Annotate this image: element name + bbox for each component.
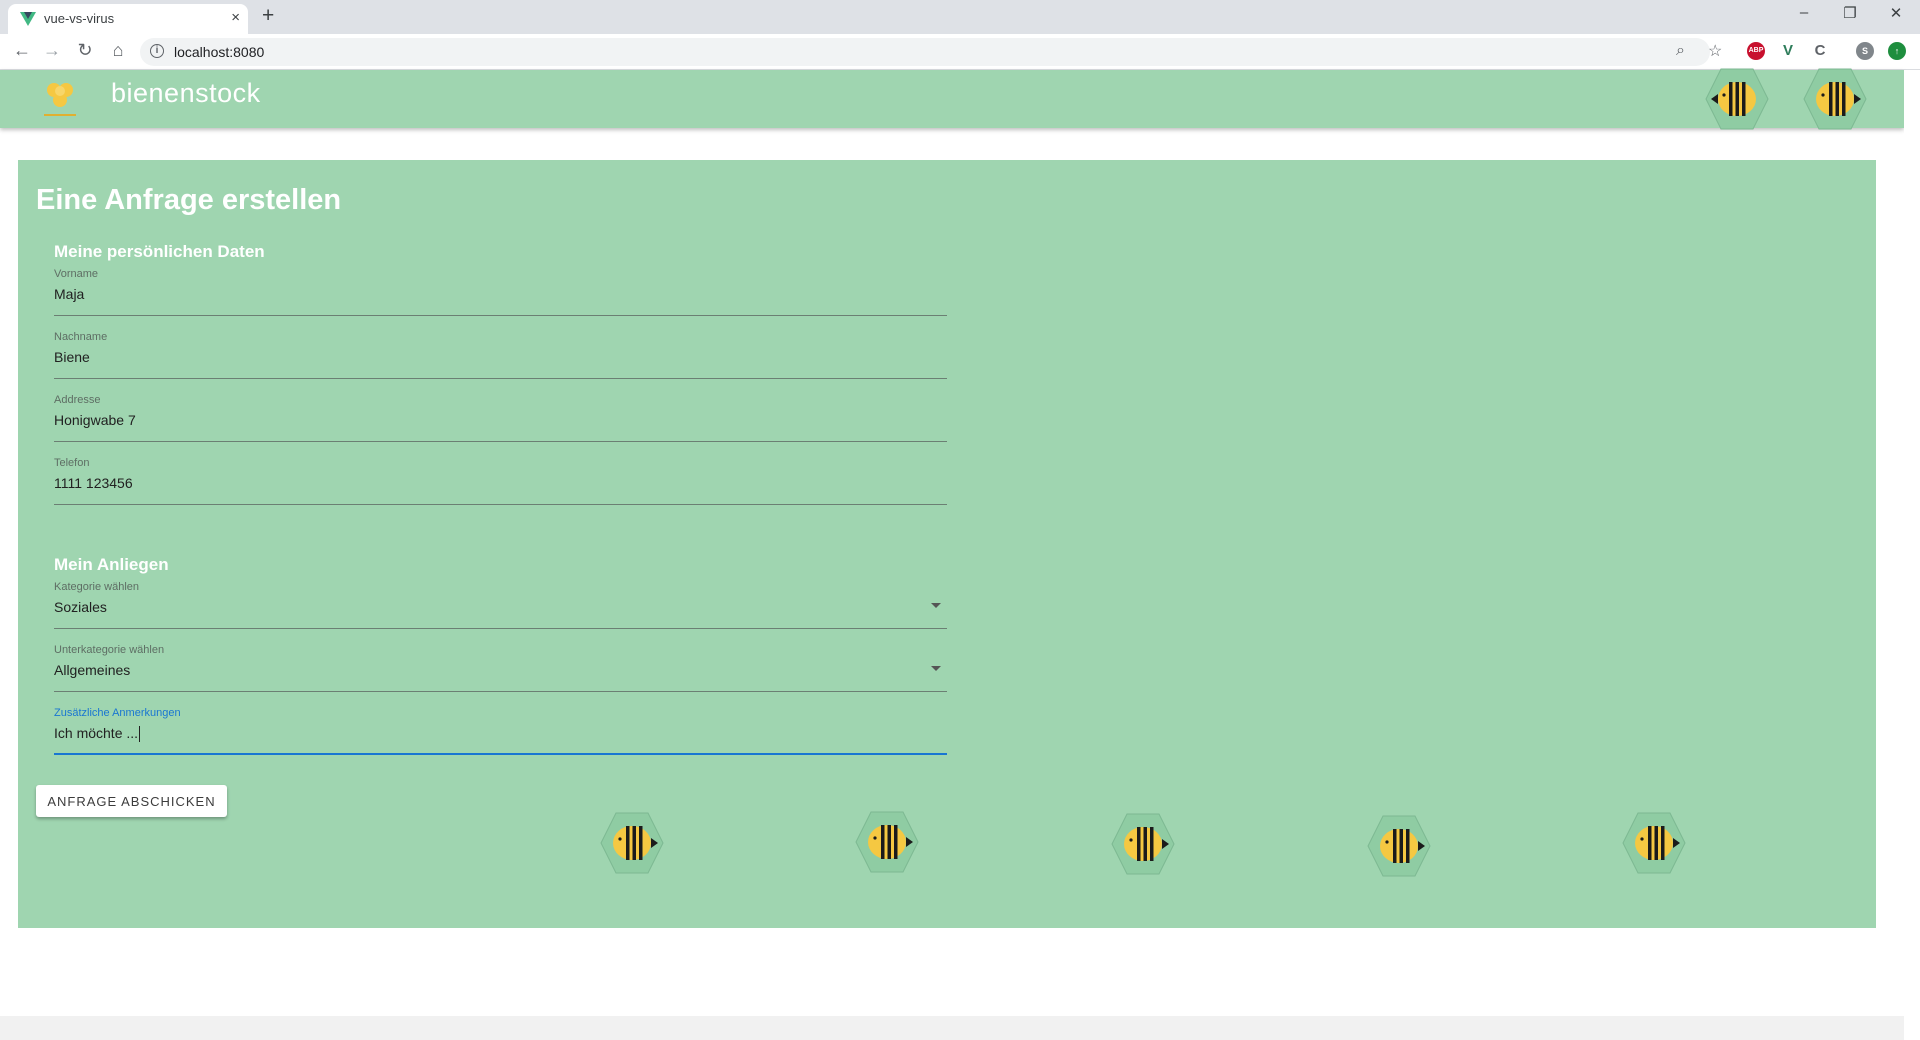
chevron-down-icon[interactable] bbox=[931, 666, 941, 671]
text-cursor bbox=[139, 726, 141, 743]
lastname-field[interactable]: Nachname Biene bbox=[54, 331, 947, 379]
restore-button[interactable]: ❐ bbox=[1832, 4, 1868, 22]
vue-favicon-icon bbox=[20, 12, 36, 26]
chevron-down-icon[interactable] bbox=[931, 603, 941, 608]
firstname-value[interactable]: Maja bbox=[54, 286, 84, 302]
close-window-button[interactable]: ✕ bbox=[1878, 4, 1914, 22]
home-icon[interactable]: ⌂ bbox=[106, 40, 130, 61]
update-icon[interactable]: ↑ bbox=[1888, 42, 1906, 60]
personal-data-heading: Meine persönlichen Daten bbox=[54, 242, 265, 261]
page-title: Eine Anfrage erstellen bbox=[36, 184, 342, 216]
category-value[interactable]: Soziales bbox=[54, 599, 107, 615]
profile-avatar[interactable]: S bbox=[1856, 42, 1874, 60]
app-header: bienenstock bbox=[0, 68, 1904, 130]
lastname-value[interactable]: Biene bbox=[54, 349, 90, 365]
notes-label: Zusätzliche Anmerkungen bbox=[54, 707, 181, 719]
notes-text[interactable]: Ich möchte ... bbox=[54, 725, 138, 741]
vue-devtools-icon[interactable]: V bbox=[1779, 42, 1797, 60]
tab-title: vue-vs-virus bbox=[44, 11, 115, 26]
vertical-scrollbar[interactable] bbox=[1904, 70, 1920, 1016]
subcategory-value[interactable]: Allgemeines bbox=[54, 662, 130, 678]
address-value[interactable]: Honigwabe 7 bbox=[54, 412, 136, 428]
bee-icon[interactable] bbox=[1111, 811, 1175, 877]
bee-icon[interactable] bbox=[1803, 66, 1867, 132]
zoom-icon[interactable]: ⌕ bbox=[1676, 42, 1685, 60]
honeycomb-logo-icon[interactable] bbox=[40, 76, 80, 120]
subcategory-select[interactable]: Unterkategorie wählen Allgemeines bbox=[54, 644, 947, 692]
bookmark-star-icon[interactable]: ☆ bbox=[1708, 41, 1722, 61]
address-bar[interactable]: i localhost:8080 ⌕ ☆ bbox=[140, 38, 1722, 66]
address-field[interactable]: Addresse Honigwabe 7 bbox=[54, 394, 947, 442]
reload-icon[interactable]: ↻ bbox=[73, 40, 97, 61]
phone-field[interactable]: Telefon 1111 123456 bbox=[54, 457, 947, 505]
minimize-button[interactable]: – bbox=[1786, 4, 1822, 21]
notes-field[interactable]: Zusätzliche Anmerkungen Ich möchte ... bbox=[54, 707, 947, 755]
bee-icon[interactable] bbox=[600, 810, 664, 876]
category-select[interactable]: Kategorie wählen Soziales bbox=[54, 581, 947, 629]
url-text[interactable]: localhost:8080 bbox=[174, 44, 264, 60]
phone-label: Telefon bbox=[54, 457, 90, 469]
bee-icon[interactable] bbox=[1367, 813, 1431, 879]
brand-title[interactable]: bienenstock bbox=[111, 78, 261, 109]
firstname-label: Vorname bbox=[54, 268, 99, 280]
tab-close-icon[interactable]: × bbox=[231, 9, 240, 26]
back-icon[interactable]: ← bbox=[10, 40, 34, 61]
request-form-card: Eine Anfrage erstellen Meine persönliche… bbox=[18, 160, 1876, 928]
browser-tabstrip: vue-vs-virus × + – ❐ ✕ bbox=[0, 0, 1920, 34]
browser-tab[interactable]: vue-vs-virus × bbox=[8, 4, 248, 34]
bee-icon[interactable] bbox=[1622, 810, 1686, 876]
horizontal-scrollbar[interactable] bbox=[0, 1016, 1904, 1040]
phone-value[interactable]: 1111 123456 bbox=[54, 475, 133, 491]
browser-toolbar: ← → ↻ ⌂ i localhost:8080 ⌕ ☆ bbox=[0, 34, 1920, 70]
forward-icon[interactable]: → bbox=[40, 40, 64, 61]
bee-icon[interactable] bbox=[855, 809, 919, 875]
extension-c-icon[interactable]: C bbox=[1811, 42, 1829, 60]
info-icon[interactable]: i bbox=[150, 44, 164, 58]
address-label: Addresse bbox=[54, 394, 101, 406]
request-heading: Mein Anliegen bbox=[54, 555, 169, 574]
lastname-label: Nachname bbox=[54, 331, 108, 343]
subcategory-label: Unterkategorie wählen bbox=[54, 644, 165, 656]
category-label: Kategorie wählen bbox=[54, 581, 140, 593]
submit-request-button[interactable]: ANFRAGE ABSCHICKEN bbox=[36, 785, 227, 817]
new-tab-button[interactable]: + bbox=[262, 4, 274, 28]
notes-value[interactable]: Ich möchte ... bbox=[54, 725, 141, 743]
adblock-icon[interactable]: ABP bbox=[1747, 42, 1765, 60]
firstname-field[interactable]: Vorname Maja bbox=[54, 268, 947, 316]
bee-icon[interactable] bbox=[1705, 66, 1769, 132]
